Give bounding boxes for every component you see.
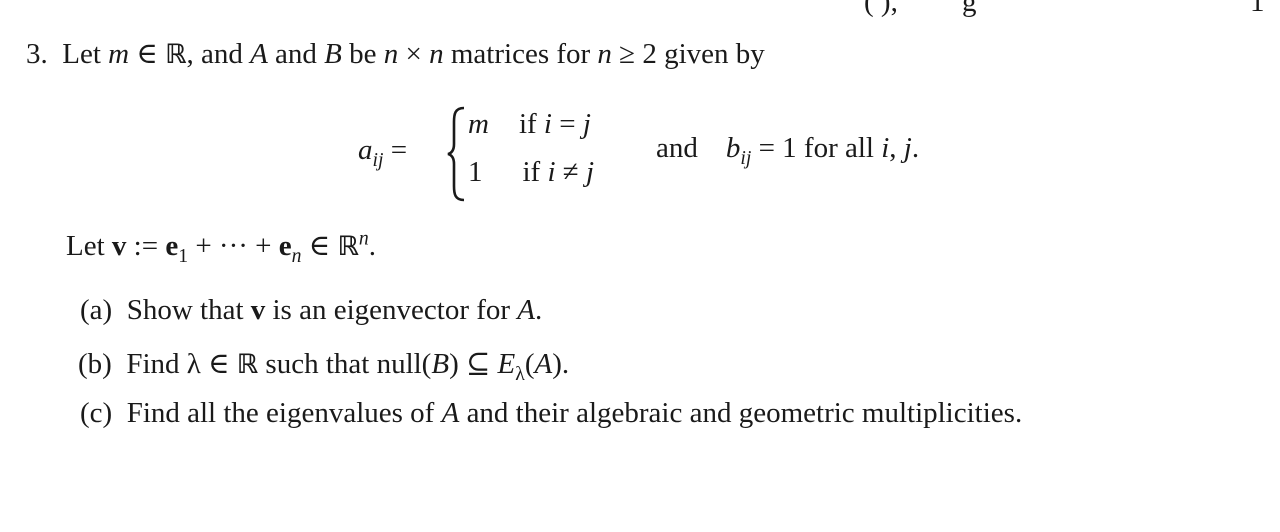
- clipped-text-fragment: ( ),: [864, 0, 898, 18]
- case-row-2: 1 if i ≠ j: [468, 156, 595, 188]
- part-c: (c) Find all the eigenvalues of A and th…: [80, 397, 1023, 429]
- part-label: (a): [80, 294, 113, 326]
- a-ij-lhs: aij =: [358, 134, 408, 171]
- clipped-text-fragment: 1: [1250, 0, 1265, 18]
- problem-statement: 3. Let m ∈ ℝ, and A and B be n × n matri…: [26, 38, 765, 70]
- part-label: (b): [78, 348, 112, 380]
- part-label: (c): [80, 397, 113, 429]
- case-row-1: m if i = j: [468, 108, 591, 140]
- reals-symbol: ℝ: [337, 231, 359, 262]
- problem-number: 3.: [26, 38, 48, 70]
- b-ij-definition: and bij = 1 for all i, j.: [656, 132, 920, 169]
- reals-symbol: ℝ: [236, 349, 259, 380]
- clipped-text-fragment: g: [962, 0, 977, 18]
- part-a: (a) Show that v is an eigenvector for A.: [80, 294, 543, 326]
- part-b: (b) Find λ ∈ ℝ such that null(B) ⊆ Eλ(A)…: [78, 348, 570, 385]
- vector-definition: Let v := e1 + ··· + en ∈ ℝn.: [66, 227, 376, 267]
- left-brace-icon: [447, 106, 465, 202]
- reals-symbol: ℝ: [165, 39, 187, 70]
